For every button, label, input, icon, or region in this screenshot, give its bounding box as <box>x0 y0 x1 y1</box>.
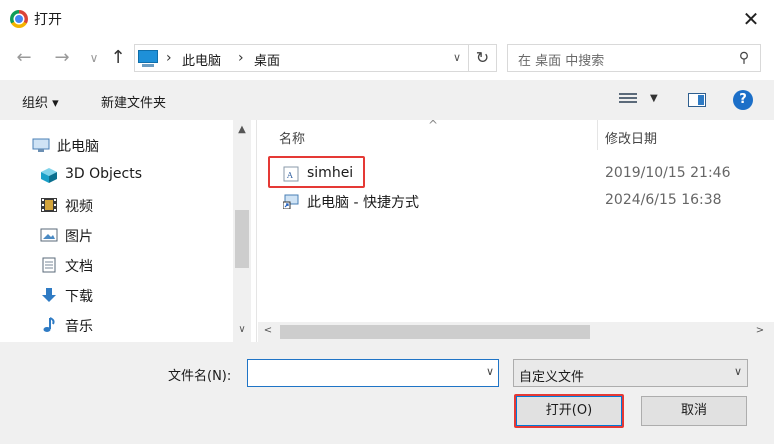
highlight-box <box>514 394 624 428</box>
view-options-icon[interactable] <box>619 93 637 107</box>
navigation-bar: ← → ∨ ↑ › 此电脑 › 桌面 ∨ ↻ 在 桌面 中搜索 ⚲ <box>0 38 774 80</box>
sidebar-item-label: 此电脑 <box>57 139 99 155</box>
cube-icon <box>40 167 58 183</box>
breadcrumb-this-pc[interactable]: 此电脑 <box>182 50 221 69</box>
column-header-modified[interactable]: 修改日期 <box>605 128 657 147</box>
sidebar-item-label: 3D Objects <box>65 166 143 182</box>
close-button[interactable]: ✕ <box>733 3 769 35</box>
filename-label: 文件名(N): <box>168 369 232 384</box>
chevron-down-icon[interactable]: ∨ <box>486 365 494 378</box>
computer-icon <box>32 137 50 153</box>
search-placeholder: 在 桌面 中搜索 <box>518 54 605 69</box>
chevron-down-icon[interactable]: ▼ <box>650 93 658 104</box>
file-name: 此电脑 - 快捷方式 <box>307 195 419 211</box>
sidebar-scrollbar[interactable]: ▲ ∨ <box>233 120 251 342</box>
shortcut-icon <box>282 193 299 210</box>
horizontal-scrollbar[interactable]: < > <box>258 322 774 342</box>
scroll-right-icon[interactable]: > <box>754 325 766 336</box>
organize-button[interactable]: 组织 ▾ <box>22 92 59 111</box>
sidebar-item-label: 视频 <box>65 199 93 215</box>
column-separator[interactable] <box>597 120 598 150</box>
back-button[interactable]: ← <box>12 46 36 70</box>
sort-ascending-icon: ^ <box>428 118 439 132</box>
picture-icon <box>40 227 58 243</box>
refresh-icon[interactable]: ↻ <box>468 45 496 71</box>
main-area: 此电脑 3D Objects 视频 图片 文档 下载 音乐 ▲ ∨ ^ 名称 修… <box>0 118 774 342</box>
column-header-name[interactable]: 名称 <box>279 128 305 147</box>
chrome-icon <box>10 10 28 28</box>
new-folder-button[interactable]: 新建文件夹 <box>101 92 166 111</box>
filetype-value: 自定义文件 <box>519 370 585 385</box>
chevron-down-icon[interactable]: ∨ <box>448 49 466 67</box>
breadcrumb-separator: › <box>166 50 172 66</box>
highlight-box <box>268 156 365 188</box>
music-icon <box>40 317 58 333</box>
scrollbar-thumb[interactable] <box>235 210 249 268</box>
title-bar: 打开 ✕ <box>0 0 774 38</box>
film-icon <box>40 197 58 213</box>
filetype-select[interactable]: 自定义文件 ∨ <box>513 359 748 387</box>
sidebar-item-label: 文档 <box>65 259 93 275</box>
document-icon <box>40 257 58 273</box>
help-icon[interactable]: ? <box>733 90 753 110</box>
cancel-button[interactable]: 取消 <box>641 396 747 426</box>
scroll-left-icon[interactable]: < <box>262 325 274 336</box>
file-modified-date: 2024/6/15 16:38 <box>605 192 722 208</box>
filename-field[interactable]: ∨ <box>247 359 499 387</box>
scroll-up-icon[interactable]: ▲ <box>233 124 251 135</box>
window-title: 打开 <box>34 12 62 28</box>
search-icon[interactable]: ⚲ <box>734 48 754 68</box>
scrollbar-thumb[interactable] <box>280 325 590 339</box>
sidebar-item-label: 下载 <box>65 289 93 305</box>
sidebar-item-label: 图片 <box>65 229 93 245</box>
filename-input[interactable] <box>248 360 474 386</box>
computer-icon <box>138 50 158 67</box>
preview-pane-icon[interactable] <box>688 93 706 107</box>
chevron-down-icon[interactable]: ∨ <box>734 365 742 378</box>
breadcrumb-desktop[interactable]: 桌面 <box>254 50 280 69</box>
breadcrumb-separator: › <box>238 50 244 66</box>
toolbar: 组织 ▾ 新建文件夹 ▼ ? <box>0 80 774 120</box>
sidebar-item-label: 音乐 <box>65 319 93 335</box>
search-box[interactable]: 在 桌面 中搜索 ⚲ <box>507 44 761 72</box>
download-icon <box>40 287 58 303</box>
dialog-footer: 文件名(N): ∨ 自定义文件 ∨ 打开(O) 取消 <box>0 342 774 444</box>
address-bar[interactable]: › 此电脑 › 桌面 ∨ ↻ <box>134 44 497 72</box>
scroll-down-icon[interactable]: ∨ <box>233 324 251 335</box>
table-row[interactable]: 此电脑 - 快捷方式 2024/6/15 16:38 <box>278 188 758 214</box>
forward-button[interactable]: → <box>50 46 74 70</box>
file-modified-date: 2019/10/15 21:46 <box>605 165 731 181</box>
pane-divider[interactable] <box>256 120 257 342</box>
recent-locations-button[interactable]: ∨ <box>82 46 106 70</box>
up-button[interactable]: ↑ <box>106 46 130 70</box>
